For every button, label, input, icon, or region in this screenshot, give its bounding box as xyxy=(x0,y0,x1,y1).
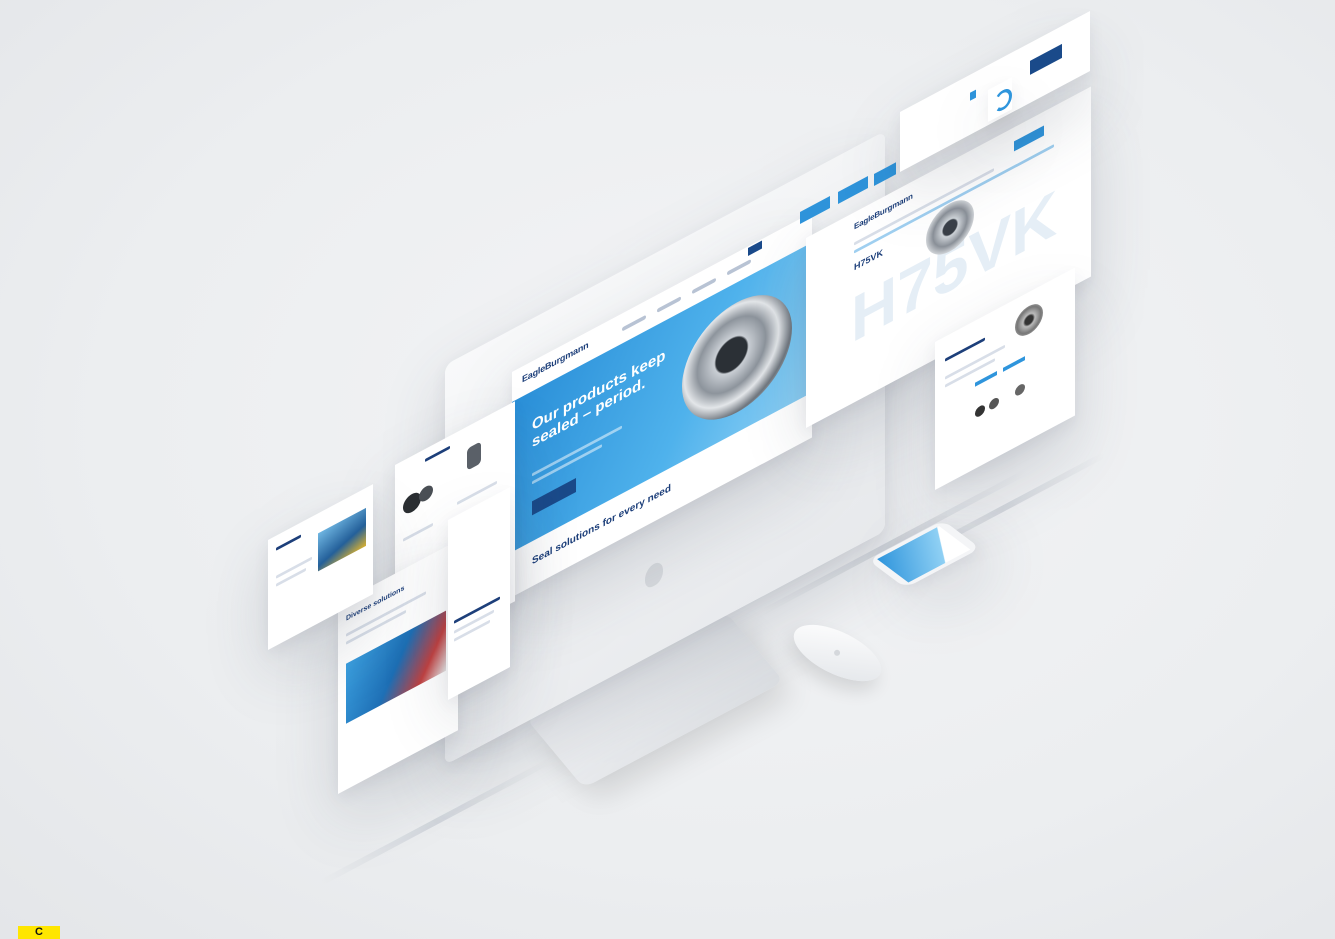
news-image xyxy=(318,507,366,572)
phone-screen xyxy=(877,526,971,583)
apple-logo-icon xyxy=(645,559,663,591)
listing-seal-image xyxy=(467,441,481,471)
hero-cta-button[interactable] xyxy=(532,477,576,516)
brand-mark-icon xyxy=(994,85,1012,115)
search-icon[interactable] xyxy=(970,89,976,101)
mouse xyxy=(785,613,890,693)
thumb-seal xyxy=(1015,382,1025,398)
product-request-button[interactable] xyxy=(1014,125,1044,152)
thumb-seal xyxy=(989,395,999,412)
corner-label: C xyxy=(18,926,60,939)
header-button[interactable] xyxy=(1030,43,1062,75)
thumb-seal xyxy=(975,403,985,419)
mouse-logo-icon xyxy=(833,648,842,657)
listing-seal-image xyxy=(419,482,433,505)
listing-seal-image xyxy=(403,489,421,517)
mid-content-page xyxy=(448,487,510,700)
detail-seal-image xyxy=(1015,298,1043,342)
mockup-stage: EagleBurgmann Our products keep sealed –… xyxy=(0,0,1335,939)
